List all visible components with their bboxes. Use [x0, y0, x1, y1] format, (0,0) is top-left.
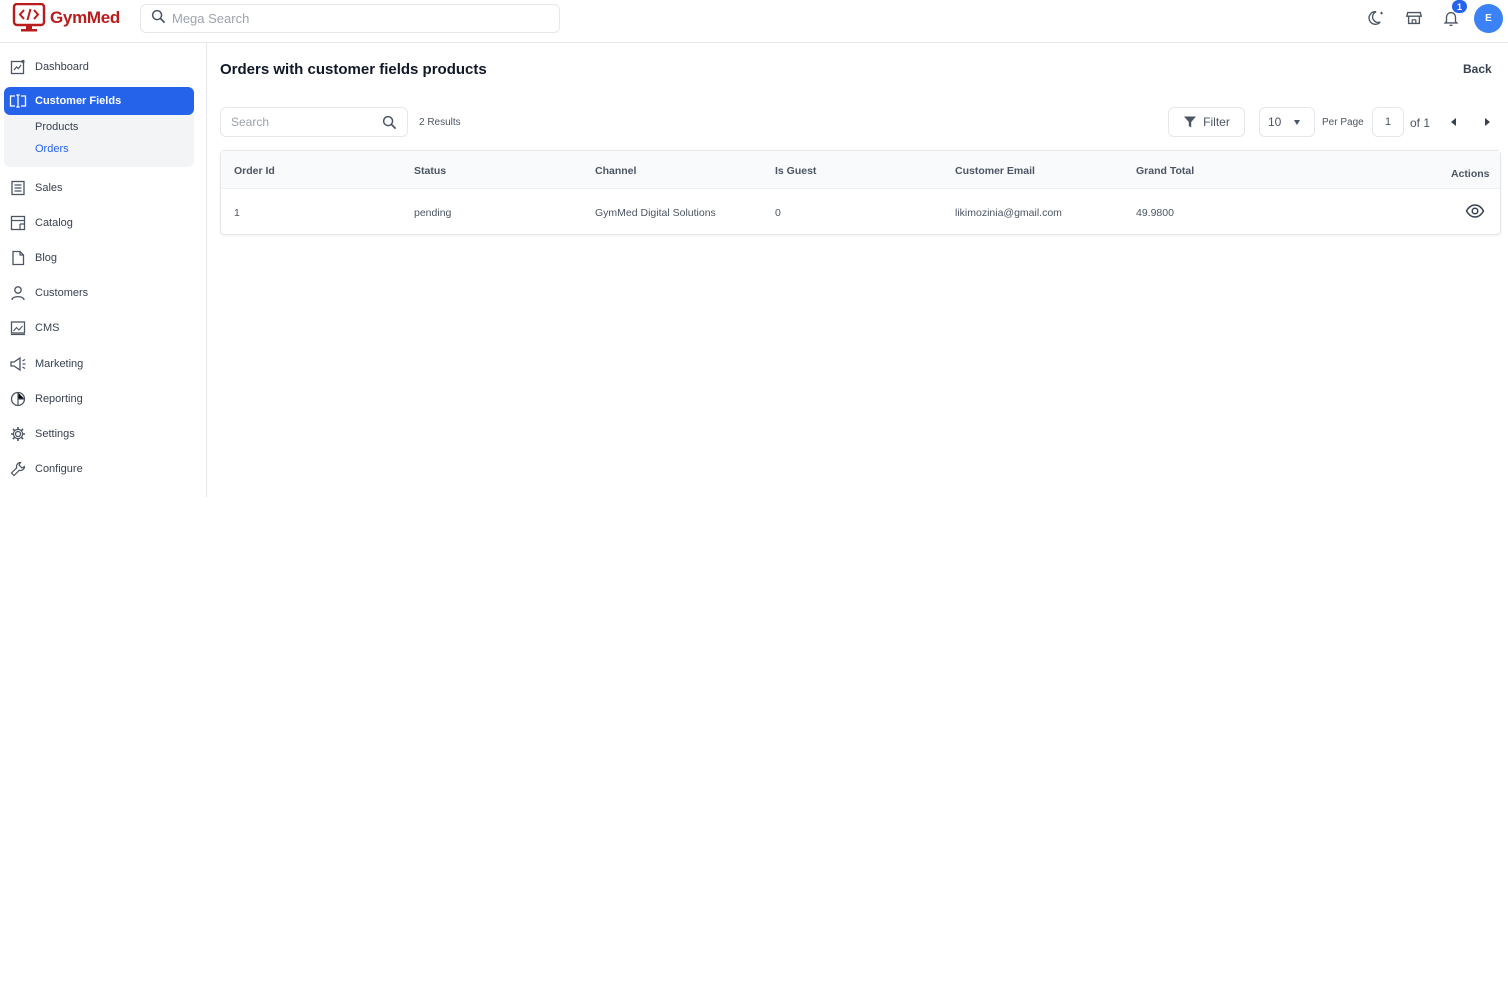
- dashboard-icon: [9, 58, 27, 76]
- column-header[interactable]: Order Id: [234, 165, 275, 177]
- sidebar-item-label: CMS: [35, 322, 60, 334]
- per-page-select[interactable]: 10: [1259, 107, 1315, 137]
- sidebar-item-configure[interactable]: Configure: [4, 455, 194, 483]
- filter-label: Filter: [1203, 115, 1230, 129]
- user-avatar[interactable]: E: [1474, 4, 1503, 33]
- table-header: Order Id Status Channel Is Guest Custome…: [221, 151, 1500, 189]
- column-header[interactable]: Is Guest: [775, 165, 816, 177]
- orders-table: Order Id Status Channel Is Guest Custome…: [220, 150, 1501, 235]
- filter-icon: [1183, 115, 1197, 129]
- prev-page-icon[interactable]: [1451, 118, 1456, 126]
- sidebar-item-marketing[interactable]: Marketing: [4, 350, 194, 378]
- dark-mode-icon[interactable]: [1367, 8, 1387, 28]
- brand-logo[interactable]: GymMed: [12, 2, 120, 33]
- per-page-value: 10: [1268, 115, 1282, 129]
- mega-search[interactable]: [140, 4, 560, 33]
- sidebar: Dashboard Products Orders Customer Field…: [0, 43, 207, 497]
- cell-is-guest: 0: [775, 207, 781, 219]
- cell-channel: GymMed Digital Solutions: [595, 207, 716, 219]
- sidebar-item-sales[interactable]: Sales: [4, 174, 194, 202]
- customers-icon: [9, 284, 27, 302]
- datagrid-search-input[interactable]: [231, 115, 371, 129]
- caret-down-icon: [1294, 120, 1300, 125]
- column-header[interactable]: Channel: [595, 165, 636, 177]
- sidebar-item-label: Settings: [35, 428, 75, 440]
- column-header[interactable]: Grand Total: [1136, 165, 1194, 177]
- sidebar-item-label: Customers: [35, 287, 89, 299]
- sidebar-item-customer-fields[interactable]: Customer Fields: [4, 87, 194, 115]
- submenu-item-orders[interactable]: Orders: [35, 143, 69, 155]
- sidebar-item-catalog[interactable]: Catalog: [4, 209, 194, 237]
- customer-fields-submenu: Products Orders: [4, 115, 194, 167]
- cell-customer-email: likimozinia@gmail.com: [955, 207, 1062, 219]
- reporting-icon: [9, 390, 27, 408]
- sidebar-item-label: Sales: [35, 182, 63, 194]
- catalog-icon: [9, 214, 27, 232]
- search-icon: [151, 9, 166, 29]
- next-page-icon[interactable]: [1485, 118, 1490, 126]
- notification-badge: 1: [1452, 0, 1467, 13]
- sidebar-item-settings[interactable]: Settings: [4, 420, 194, 448]
- cell-order-id: 1: [234, 207, 240, 219]
- search-icon[interactable]: [382, 115, 397, 135]
- brand-name: GymMed: [50, 8, 120, 27]
- back-button[interactable]: Back: [1463, 62, 1492, 76]
- column-header[interactable]: Customer Email: [955, 165, 1035, 177]
- settings-icon: [9, 425, 27, 443]
- sidebar-item-cms[interactable]: CMS: [4, 314, 194, 342]
- page-total: of 1: [1410, 116, 1431, 130]
- page-title: Orders with customer fields products: [220, 61, 487, 78]
- filter-button[interactable]: Filter: [1168, 107, 1245, 137]
- customer-fields-icon: [9, 92, 27, 110]
- page-number-input[interactable]: 1: [1372, 107, 1404, 137]
- storefront-icon[interactable]: [1404, 8, 1424, 28]
- sidebar-item-label: Blog: [35, 252, 58, 264]
- datagrid-search[interactable]: [220, 107, 408, 137]
- view-eye-icon[interactable]: [1465, 203, 1485, 219]
- sidebar-item-dashboard[interactable]: Dashboard: [4, 53, 194, 81]
- sidebar-item-label: Dashboard: [35, 61, 89, 73]
- column-header[interactable]: Status: [414, 165, 446, 177]
- sidebar-item-label: Catalog: [35, 217, 73, 229]
- cell-status: pending: [414, 207, 452, 219]
- cms-icon: [9, 319, 27, 337]
- sidebar-item-blog[interactable]: Blog: [4, 244, 194, 272]
- top-bar: GymMed 1 E: [0, 0, 1508, 43]
- results-count: 2 Results: [419, 117, 461, 128]
- sidebar-item-label: Customer Fields: [35, 95, 122, 107]
- column-header: Actions: [1451, 168, 1490, 180]
- wrench-icon: [9, 460, 27, 478]
- cell-grand-total: 49.9800: [1136, 207, 1174, 219]
- per-page-label: Per Page: [1322, 117, 1364, 128]
- submenu-item-products[interactable]: Products: [35, 121, 78, 133]
- sidebar-item-label: Marketing: [35, 358, 84, 370]
- logo-monitor-icon: [12, 2, 46, 33]
- blog-icon: [9, 249, 27, 267]
- mega-search-input[interactable]: [172, 11, 532, 26]
- marketing-icon: [9, 355, 27, 373]
- sidebar-item-customers[interactable]: Customers: [4, 279, 194, 307]
- sales-icon: [9, 179, 27, 197]
- sidebar-item-label: Reporting: [35, 393, 83, 405]
- sidebar-item-reporting[interactable]: Reporting: [4, 385, 194, 413]
- sidebar-item-label: Configure: [35, 463, 83, 475]
